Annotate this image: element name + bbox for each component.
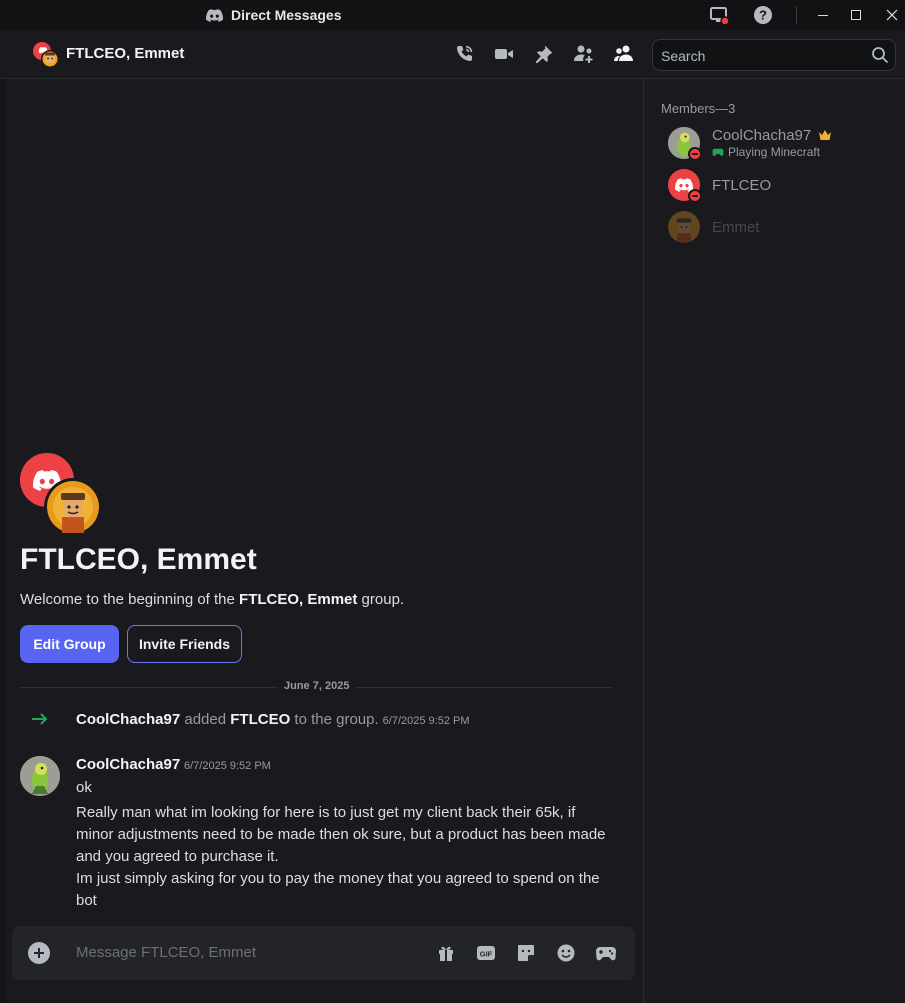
upload-plus-icon[interactable] (28, 942, 50, 964)
dnd-status-icon (688, 189, 702, 203)
member-name: FTLCEO (712, 177, 772, 194)
window-title-text: Direct Messages (231, 7, 342, 23)
maximize-icon[interactable] (845, 4, 867, 26)
invite-friends-button[interactable]: Invite Friends (127, 625, 242, 663)
pin-icon[interactable] (533, 43, 555, 65)
title-bar: Direct Messages ? (0, 0, 905, 30)
edit-group-button[interactable]: Edit Group (20, 625, 119, 663)
header-group-name: FTLCEO, Emmet (66, 45, 185, 62)
dnd-status-icon (688, 147, 702, 161)
intro-emmet-avatar (44, 478, 102, 536)
message-author[interactable]: CoolChacha97 (76, 756, 180, 773)
message-line: Really man what im looking for here is t… (76, 804, 606, 865)
group-avatar (32, 41, 60, 69)
date-divider-label: June 7, 2025 (278, 680, 356, 692)
member-list: Members—3 CoolChacha97 Playing Minecraft… (643, 79, 905, 1003)
message-line: ok (76, 779, 92, 796)
message-line: Im just simply asking for you to pay the… (76, 870, 600, 909)
video-call-icon[interactable] (493, 43, 515, 65)
system-actor-link[interactable]: CoolChacha97 (76, 711, 180, 728)
system-message: CoolChacha97 added FTLCEO to the group. 6… (20, 707, 620, 731)
author-avatar[interactable] (20, 756, 60, 796)
phone-call-icon[interactable] (453, 43, 475, 65)
discord-logo-icon (206, 8, 223, 22)
add-friends-icon[interactable] (573, 43, 595, 65)
system-timestamp: 6/7/2025 9:52 PM (382, 715, 470, 727)
search-input[interactable]: Search (661, 48, 705, 64)
intro-welcome-text: Welcome to the beginning of the FTLCEO, … (20, 591, 405, 608)
system-message-text: CoolChacha97 added FTLCEO to the group. 6… (76, 711, 470, 728)
gif-icon[interactable]: GIF (475, 942, 497, 964)
member-avatar (668, 211, 700, 243)
window-title: Direct Messages (206, 6, 342, 24)
message-input[interactable]: Message FTLCEO, Emmet (76, 944, 256, 961)
member-activity: Playing Minecraft (712, 145, 820, 159)
close-icon[interactable] (881, 4, 903, 26)
svg-text:?: ? (759, 8, 767, 23)
activity-icon[interactable] (595, 942, 617, 964)
owner-crown-icon (819, 130, 832, 140)
gift-icon[interactable] (435, 942, 457, 964)
screen-share-icon[interactable] (708, 4, 730, 26)
minimize-icon[interactable] (812, 4, 834, 26)
intro-title: FTLCEO, Emmet (20, 543, 257, 576)
member-item[interactable]: CoolChacha97 Playing Minecraft (668, 127, 898, 165)
game-controller-icon (712, 148, 724, 156)
member-name: Emmet (712, 219, 760, 236)
message-timestamp: 6/7/2025 9:52 PM (184, 760, 271, 772)
help-icon[interactable]: ? (752, 4, 774, 26)
member-item[interactable]: FTLCEO (668, 169, 898, 207)
members-icon[interactable] (613, 43, 635, 65)
member-item[interactable]: Emmet (668, 211, 898, 249)
channel-header: FTLCEO, Emmet Search (0, 30, 905, 79)
search-icon[interactable] (871, 46, 889, 64)
search-box[interactable]: Search (652, 39, 896, 71)
join-arrow-icon (30, 709, 50, 729)
message-composer: Message FTLCEO, Emmet GIF (12, 926, 635, 980)
members-header: Members—3 (661, 101, 736, 116)
emoji-icon[interactable] (555, 942, 577, 964)
sticker-icon[interactable] (515, 942, 537, 964)
member-name: CoolChacha97 (712, 127, 832, 144)
system-target-link[interactable]: FTLCEO (230, 711, 290, 728)
svg-text:GIF: GIF (480, 950, 493, 959)
divider (796, 6, 797, 24)
